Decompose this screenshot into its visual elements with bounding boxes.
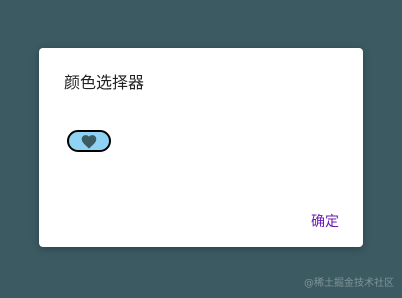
- watermark: @稀土掘金技术社区: [304, 278, 394, 289]
- dialog-title: 颜色选择器: [64, 73, 145, 92]
- confirm-button[interactable]: 确定: [311, 213, 339, 231]
- color-picker-dialog: 颜色选择器 确定: [39, 48, 363, 247]
- heart-icon: [80, 133, 98, 149]
- color-swatch-button[interactable]: [67, 130, 111, 152]
